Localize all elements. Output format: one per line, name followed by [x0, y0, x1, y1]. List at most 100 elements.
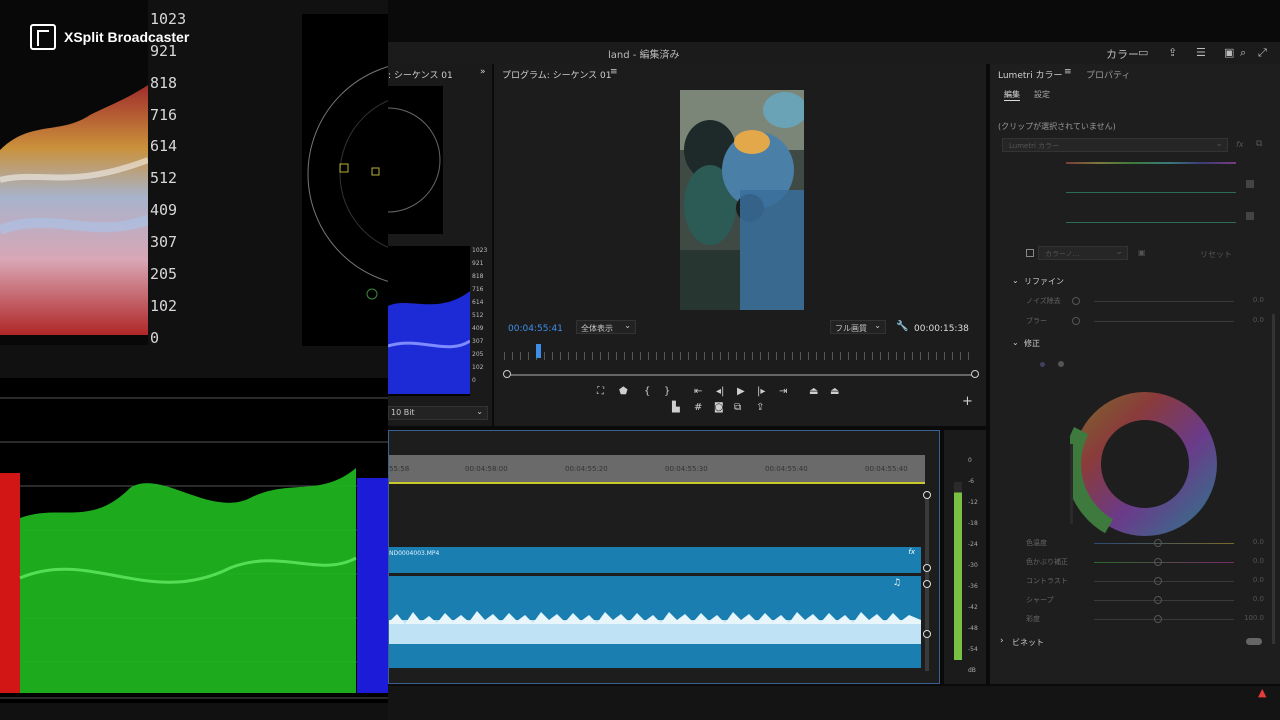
slider-blur[interactable]: ブラー 0.0: [1014, 316, 1264, 328]
lift-icon[interactable]: ⏏: [809, 386, 818, 397]
quality-select[interactable]: フル画質 ⌄: [830, 320, 886, 334]
scroll-handle[interactable]: [923, 564, 931, 572]
audio-clip[interactable]: ♫: [389, 576, 921, 668]
workspace-color-label[interactable]: カラー: [1106, 46, 1139, 62]
fit-select[interactable]: 全体表示 ⌄: [576, 320, 636, 334]
xsplit-icon: [30, 24, 56, 50]
slider-tint[interactable]: 色かぶり補正 0.0: [1014, 557, 1264, 569]
lut-select[interactable]: カラーノ… ⌄: [1038, 246, 1128, 260]
scale-label: 409: [150, 201, 178, 219]
vignette-toggle[interactable]: [1246, 638, 1262, 645]
slider-label: コントラスト: [1026, 577, 1068, 585]
tab-edit[interactable]: 編集: [1004, 89, 1020, 101]
step-forward-icon[interactable]: |▸: [757, 386, 765, 397]
slider-saturation[interactable]: 彩度 100.0: [1014, 614, 1264, 626]
wrench-icon[interactable]: 🔧: [896, 321, 908, 332]
share-icon[interactable]: ⇪: [1168, 46, 1177, 59]
chevron-right-icon[interactable]: ›: [1000, 636, 1004, 646]
source-tab[interactable]: : シーケンス 01: [388, 68, 453, 81]
chevron-right-icon[interactable]: »: [480, 67, 486, 77]
bit-depth-select[interactable]: 10 Bit ⌄: [388, 406, 488, 420]
slider-value: 0.0: [1252, 595, 1264, 603]
video-preview[interactable]: [680, 90, 804, 310]
color-wheel[interactable]: [1065, 384, 1225, 544]
clip-icon[interactable]: ⧉: [1256, 139, 1262, 149]
slider-contrast[interactable]: コントラスト 0.0: [1014, 576, 1264, 588]
save-icon[interactable]: ▣: [1138, 248, 1146, 257]
time-ruler[interactable]: [504, 352, 976, 360]
effect-select[interactable]: Lumetri カラー ⌄: [1002, 138, 1228, 152]
work-area-bar[interactable]: [389, 482, 925, 484]
fx-icon[interactable]: fx: [1236, 140, 1244, 149]
go-to-out-icon[interactable]: ⇥: [779, 386, 787, 397]
program-tab[interactable]: プログラム: シーケンス 01: [502, 68, 612, 81]
extract-icon[interactable]: ⏏: [830, 386, 839, 397]
display-icon[interactable]: ▣: [1224, 46, 1234, 59]
slider-knob[interactable]: [1154, 596, 1162, 604]
wheel-slider[interactable]: [1070, 444, 1073, 524]
lumetri-panel: Lumetri カラー ≡ プロパティ 編集 設定 (クリップが選択されていませ…: [990, 64, 1280, 684]
scroll-handle[interactable]: [923, 630, 931, 638]
slider-track: [1094, 321, 1234, 322]
slider-knob[interactable]: [1154, 577, 1162, 585]
checkbox[interactable]: [1246, 212, 1254, 220]
slider-knob[interactable]: [1154, 539, 1162, 547]
slider-value: 0.0: [1252, 557, 1264, 565]
zoom-scrollbar[interactable]: [506, 374, 976, 376]
scrollbar-handle-right[interactable]: [971, 370, 979, 378]
slider-noise[interactable]: ノイズ除去 0.0: [1014, 296, 1264, 308]
multi-cam-icon[interactable]: ⧉: [734, 402, 741, 413]
slider-knob[interactable]: [1072, 297, 1080, 305]
slider-temperature[interactable]: 色温度 0.0: [1014, 538, 1264, 550]
add-marker-icon[interactable]: ⛶: [597, 386, 604, 397]
marker-icon[interactable]: ⬟: [619, 386, 628, 397]
slider-label: 色かぶり補正: [1026, 558, 1068, 566]
chevron-down-icon: ⌄: [624, 321, 631, 330]
checkbox[interactable]: [1246, 180, 1254, 188]
scale-label: 921: [472, 260, 484, 267]
slider-sharpen[interactable]: シャープ 0.0: [1014, 595, 1264, 607]
mark-in-icon[interactable]: {: [644, 386, 650, 397]
current-timecode[interactable]: 00:04:55:41: [508, 324, 563, 334]
reset-button[interactable]: リセット: [1200, 249, 1232, 260]
add-button-icon[interactable]: +: [962, 394, 973, 409]
tab-lumetri[interactable]: Lumetri カラー: [998, 68, 1062, 81]
panel-scrollbar[interactable]: [1272, 314, 1275, 644]
scroll-handle[interactable]: [923, 580, 931, 588]
video-clip[interactable]: ND0004003.MP4 fx: [389, 547, 921, 573]
checkbox[interactable]: [1026, 249, 1034, 257]
safe-margins-icon[interactable]: #: [694, 402, 702, 413]
chevron-down-icon[interactable]: ⌄: [1012, 338, 1019, 347]
slider-knob[interactable]: [1154, 558, 1162, 566]
panel-menu-icon[interactable]: ≡: [610, 67, 618, 77]
scale-label: 205: [150, 265, 178, 283]
correct-section-title[interactable]: 修正: [1024, 338, 1040, 349]
scroll-handle[interactable]: [923, 491, 931, 499]
slider-knob[interactable]: [1072, 317, 1080, 325]
chevron-down-icon[interactable]: ⌄: [1012, 276, 1019, 285]
panel-icon[interactable]: ▭: [1138, 46, 1148, 59]
eyedropper-icon[interactable]: [1040, 362, 1045, 367]
search-icon[interactable]: ⌕: [1240, 46, 1246, 60]
step-back-icon[interactable]: ◂|: [716, 386, 724, 397]
comparison-icon[interactable]: ▙: [672, 402, 680, 413]
export-frame-icon[interactable]: ⇪: [756, 402, 764, 413]
fullscreen-icon[interactable]: ⤢: [1258, 46, 1267, 60]
play-icon[interactable]: ▶: [737, 386, 745, 397]
scrollbar-handle-left[interactable]: [503, 370, 511, 378]
quality-select-value: フル画質: [835, 324, 867, 333]
camera-icon[interactable]: ◙: [714, 402, 724, 413]
mark-out-icon[interactable]: }: [664, 386, 670, 397]
menu-icon[interactable]: ☰: [1196, 46, 1206, 59]
go-to-in-icon[interactable]: ⇤: [694, 386, 702, 397]
vignette-section-title[interactable]: ビネット: [1012, 637, 1044, 648]
warning-icon[interactable]: ▲: [1258, 686, 1266, 699]
slider-knob[interactable]: [1154, 615, 1162, 623]
playhead[interactable]: [536, 344, 541, 358]
refine-section-title[interactable]: リファイン: [1024, 276, 1064, 287]
panel-menu-icon[interactable]: ≡: [1064, 67, 1072, 77]
timeline-ruler[interactable]: 55:58 00:04:58:00 00:04:55:20 00:04:55:3…: [389, 455, 925, 483]
tab-settings[interactable]: 設定: [1034, 89, 1050, 100]
color-picker-icon[interactable]: [1058, 361, 1064, 367]
tab-properties[interactable]: プロパティ: [1086, 68, 1130, 81]
